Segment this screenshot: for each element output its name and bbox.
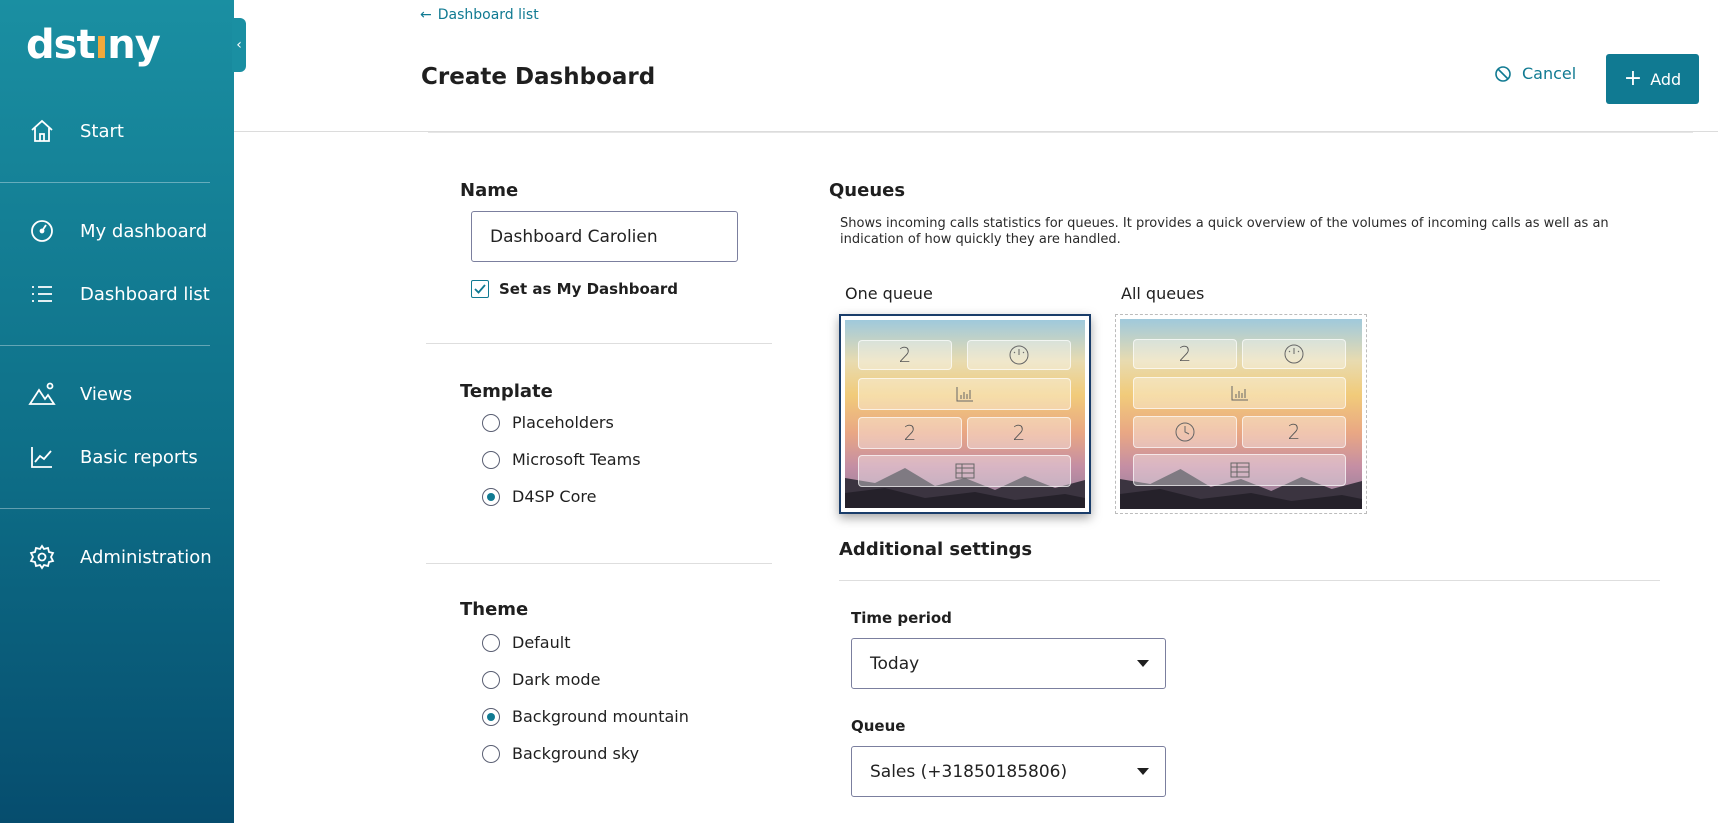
- sidebar-item-basic-reports[interactable]: Basic reports: [0, 435, 234, 479]
- tile-number: 2: [858, 417, 962, 449]
- sidebar-item-label: Administration: [80, 546, 212, 568]
- mountain-preview-image: 2 2: [1120, 319, 1362, 509]
- sidebar-item-my-dashboard[interactable]: My dashboard: [0, 209, 234, 253]
- template-option-microsoft-teams[interactable]: Microsoft Teams: [482, 450, 641, 469]
- radio-icon[interactable]: [482, 633, 500, 652]
- radio-icon[interactable]: [482, 450, 500, 469]
- gear-icon: [29, 544, 55, 570]
- table-icon: [1133, 454, 1346, 486]
- bar-chart-icon: [858, 378, 1071, 410]
- template-option-d4sp-core[interactable]: D4SP Core: [482, 487, 596, 506]
- clock-icon: [1133, 416, 1237, 448]
- queue-select[interactable]: Sales (+31850185806): [851, 746, 1166, 797]
- tile-number: 2: [967, 417, 1071, 449]
- template-label: Template: [460, 381, 553, 402]
- theme-option-background-mountain[interactable]: Background mountain: [482, 707, 689, 726]
- section-divider: [839, 580, 1660, 581]
- layout-card-one-queue[interactable]: 2 2 2: [839, 314, 1091, 514]
- tile-number: 2: [1133, 339, 1237, 369]
- theme-option-default[interactable]: Default: [482, 633, 570, 652]
- template-option-placeholders[interactable]: Placeholders: [482, 413, 614, 432]
- list-icon: [32, 286, 52, 302]
- radio-selected-icon[interactable]: [482, 707, 500, 726]
- queue-label: Queue: [851, 717, 906, 735]
- sidebar-item-administration[interactable]: Administration: [0, 535, 234, 579]
- plus-icon: +: [1623, 66, 1643, 91]
- section-divider: [426, 343, 772, 344]
- radio-icon[interactable]: [482, 744, 500, 763]
- additional-settings-title: Additional settings: [839, 539, 1033, 560]
- arrow-left-icon: ←: [420, 7, 432, 23]
- gauge-icon: [1242, 339, 1346, 369]
- theme-label: Theme: [460, 599, 529, 620]
- cancel-button[interactable]: Cancel: [1494, 64, 1576, 83]
- add-button[interactable]: + Add: [1606, 54, 1699, 104]
- page-title: Create Dashboard: [421, 64, 656, 90]
- header-divider: [428, 132, 1693, 133]
- sidebar-item-dashboard-list[interactable]: Dashboard list: [0, 272, 234, 316]
- gauge-icon: [31, 220, 53, 242]
- line-chart-icon: [31, 447, 52, 468]
- theme-option-background-sky[interactable]: Background sky: [482, 744, 639, 763]
- time-period-select[interactable]: Today: [851, 638, 1166, 689]
- table-icon: [858, 455, 1071, 487]
- checkbox-checked-icon[interactable]: [471, 280, 489, 298]
- time-period-label: Time period: [851, 609, 952, 627]
- sidebar-item-label: Basic reports: [80, 446, 198, 468]
- bar-chart-icon: [1133, 377, 1346, 409]
- theme-option-dark-mode[interactable]: Dark mode: [482, 670, 600, 689]
- radio-icon[interactable]: [482, 413, 500, 432]
- card-label-all-queues: All queues: [1121, 284, 1205, 303]
- name-label: Name: [460, 180, 519, 201]
- back-to-dashboard-list-link[interactable]: ← Dashboard list: [420, 7, 539, 23]
- tile-number: 2: [858, 340, 952, 370]
- name-input[interactable]: [471, 211, 738, 262]
- gauge-icon: [967, 340, 1071, 370]
- sidebar: dstıny Start My dashboard Dashboard list…: [0, 0, 234, 823]
- home-icon: [31, 119, 53, 142]
- sidebar-item-label: Dashboard list: [80, 283, 210, 305]
- mountain-preview-image: 2 2 2: [845, 320, 1085, 508]
- chevron-left-icon: ‹: [236, 37, 242, 53]
- set-my-dashboard-checkbox[interactable]: Set as My Dashboard: [471, 280, 678, 298]
- dstny-logo[interactable]: dstıny: [26, 22, 161, 68]
- radio-selected-icon[interactable]: [482, 487, 500, 506]
- sidebar-item-views[interactable]: Views: [0, 372, 234, 416]
- sidebar-divider: [0, 345, 210, 346]
- section-divider: [426, 563, 772, 564]
- caret-down-icon: [1137, 660, 1149, 667]
- radio-icon[interactable]: [482, 670, 500, 689]
- layout-card-all-queues[interactable]: 2 2: [1115, 314, 1367, 514]
- sidebar-item-label: My dashboard: [80, 220, 208, 242]
- sidebar-item-label: Views: [80, 383, 133, 405]
- queues-title: Queues: [829, 180, 906, 201]
- queues-description: Shows incoming calls statistics for queu…: [840, 216, 1609, 247]
- sidebar-divider: [0, 508, 210, 509]
- sidebar-divider: [0, 182, 210, 183]
- sidebar-item-start[interactable]: Start: [0, 109, 234, 153]
- cancel-icon: [1495, 65, 1511, 82]
- mountain-icon: [28, 382, 56, 405]
- caret-down-icon: [1137, 768, 1149, 775]
- tile-number: 2: [1242, 416, 1346, 448]
- card-label-one-queue: One queue: [845, 284, 933, 303]
- sidebar-item-label: Start: [80, 120, 124, 142]
- collapse-sidebar-button[interactable]: ‹: [232, 18, 246, 72]
